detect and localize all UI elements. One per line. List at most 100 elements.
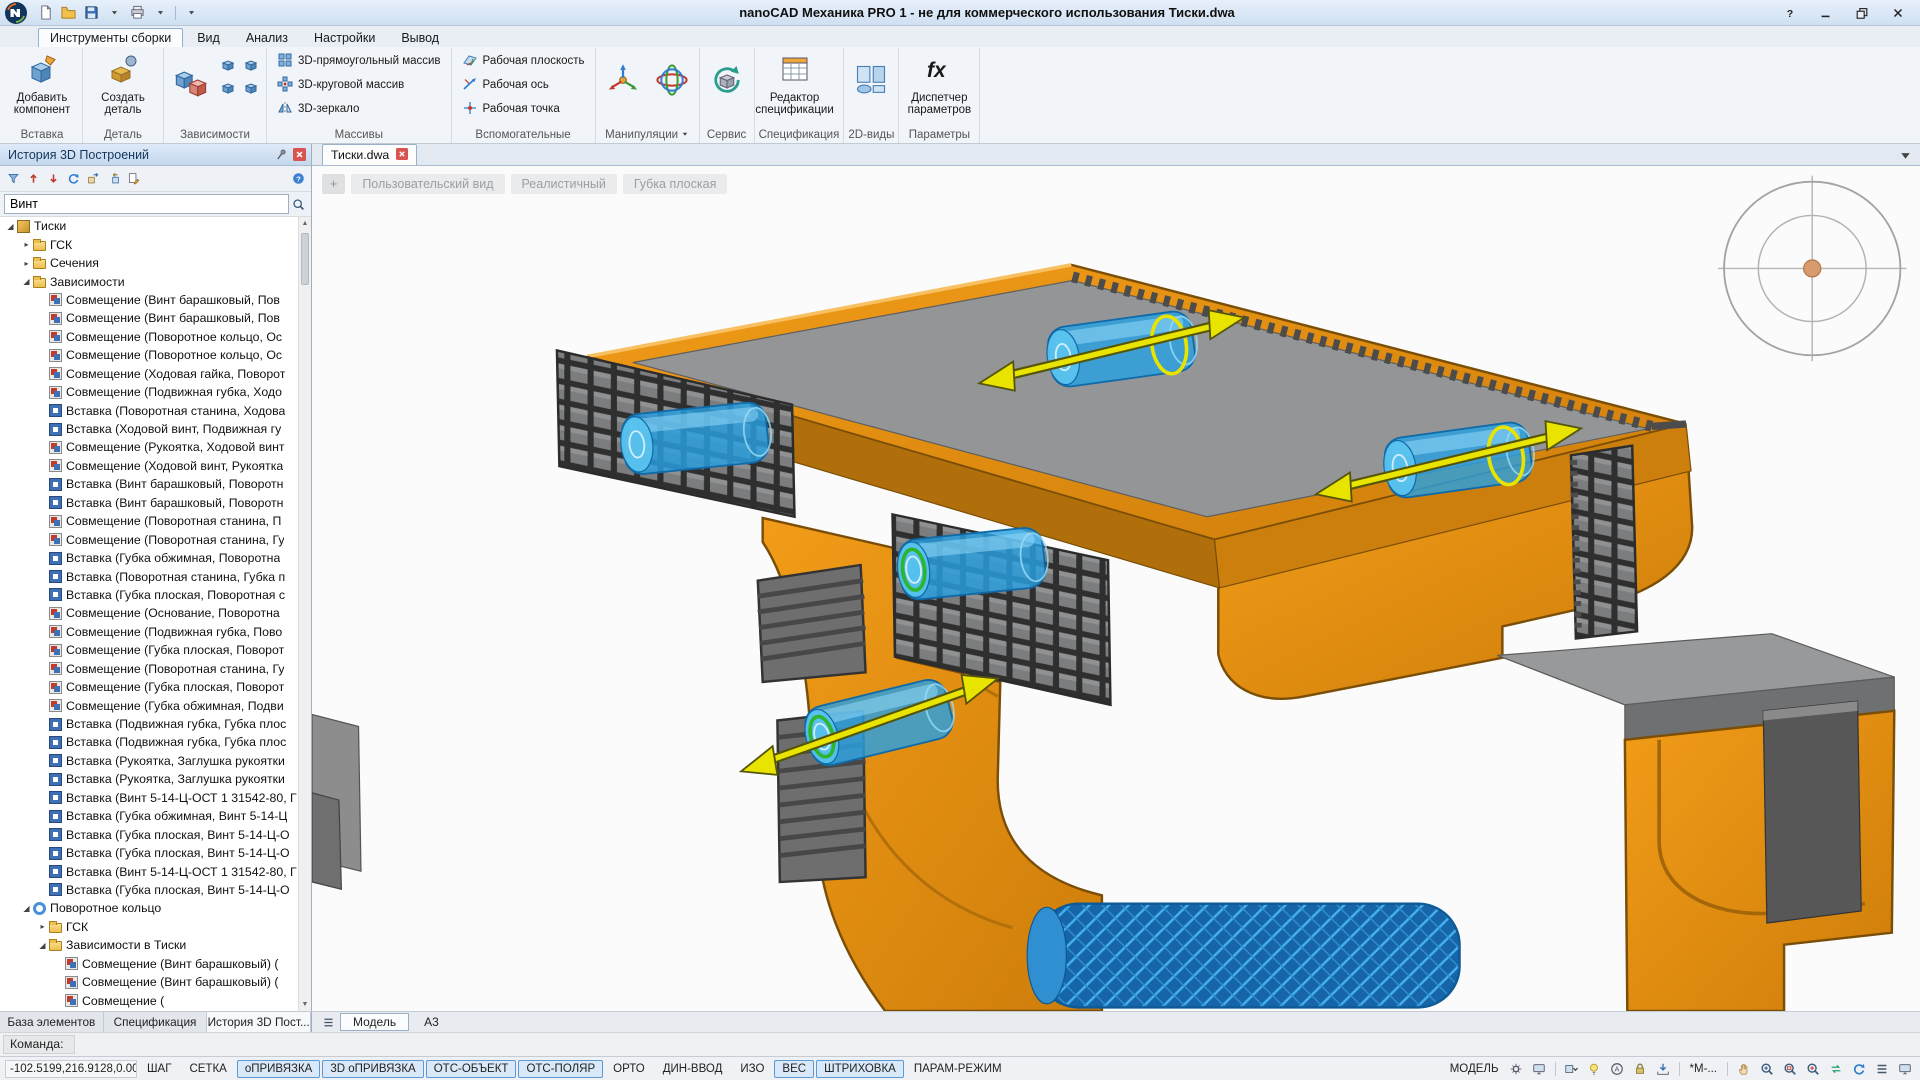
minimize-button[interactable] bbox=[1808, 2, 1844, 24]
tree-item[interactable]: Совмещение (Поворотное кольцо, Ос bbox=[0, 328, 298, 346]
collapse-icon[interactable]: ◢ bbox=[36, 941, 49, 950]
tab-list-dropdown[interactable] bbox=[1894, 145, 1916, 165]
tree-item[interactable]: Вставка (Винт барашковый, Поворотн bbox=[0, 475, 298, 493]
service-button[interactable] bbox=[704, 49, 750, 111]
regen-icon[interactable] bbox=[1825, 1059, 1846, 1078]
status-toggle-сетка[interactable]: СЕТКА bbox=[181, 1060, 234, 1078]
lock-ui-icon[interactable] bbox=[1630, 1059, 1651, 1078]
rotate-manipulator-button[interactable] bbox=[649, 49, 695, 111]
status-toggle-3d-опривязка[interactable]: 3D оПРИВЯЗКА bbox=[322, 1059, 424, 1078]
tree-item[interactable]: Совмещение (Поворотная станина, Гу bbox=[0, 530, 298, 548]
zoom-in-icon[interactable] bbox=[1756, 1059, 1777, 1078]
work-plane-button[interactable]: Рабочая плоскость bbox=[456, 49, 591, 73]
help-button[interactable]: ? bbox=[1772, 2, 1808, 24]
tree-item[interactable]: Вставка (Рукоятка, Заглушка рукоятки bbox=[0, 770, 298, 788]
add-view-button[interactable]: + bbox=[322, 174, 346, 194]
search-icon[interactable] bbox=[289, 196, 307, 212]
status-toggle-опривязка[interactable]: оПРИВЯЗКА bbox=[236, 1059, 321, 1078]
tree-item[interactable]: ▸ ГСК bbox=[0, 918, 298, 936]
view-compass[interactable] bbox=[1717, 175, 1907, 362]
save-dropdown[interactable] bbox=[103, 3, 125, 23]
tree-item[interactable]: Вставка (Поворотная станина, Ходова bbox=[0, 401, 298, 419]
constraint-type-3-button[interactable] bbox=[217, 78, 239, 98]
tree-item[interactable]: Совмещение ( bbox=[0, 991, 298, 1009]
scale-list-icon[interactable] bbox=[1561, 1059, 1582, 1078]
edit-button[interactable] bbox=[124, 171, 142, 187]
parameters-manager-button[interactable]: fx Диспетчер параметров bbox=[903, 49, 975, 118]
close-tab-icon[interactable] bbox=[396, 147, 409, 163]
scroll-up-icon[interactable]: ▲ bbox=[299, 217, 311, 230]
view-name-button[interactable]: Пользовательский вид bbox=[351, 174, 505, 194]
tree-item[interactable]: Совмещение (Винт барашковый, Пов bbox=[0, 309, 298, 327]
tree-item[interactable]: Совмещение (Винт барашковый) ( bbox=[0, 955, 298, 973]
array-rect-button[interactable]: 3D-прямоугольный массив bbox=[271, 49, 447, 73]
status-toggle-отс-объект[interactable]: ОТС-ОБЪЕКТ bbox=[425, 1059, 517, 1078]
tree-item[interactable]: ◢ Тиски bbox=[0, 217, 298, 235]
tree-item[interactable]: ▸ ГСК bbox=[0, 235, 298, 253]
assembly-constraints-button[interactable] bbox=[168, 49, 214, 111]
tree-item[interactable]: Вставка (Ходовой винт, Подвижная гу bbox=[0, 420, 298, 438]
model-screw-wireframe[interactable] bbox=[1026, 902, 1461, 1009]
create-part-button[interactable]: Создать деталь bbox=[87, 49, 159, 118]
search-input[interactable] bbox=[4, 194, 289, 214]
tree-item[interactable]: Совмещение (Губка обжимная, Подви bbox=[0, 696, 298, 714]
ribbon-tab-4[interactable]: Настройки bbox=[302, 28, 387, 47]
tree-item[interactable]: ▸ Сечения bbox=[0, 254, 298, 272]
model-jaw-plate-right[interactable] bbox=[1569, 444, 1639, 640]
zoom-window-icon[interactable] bbox=[1779, 1059, 1800, 1078]
command-line[interactable]: Команда: bbox=[0, 1032, 1920, 1056]
expand-icon[interactable]: ▸ bbox=[36, 922, 49, 931]
ribbon-tab-5[interactable]: Вывод bbox=[389, 28, 451, 47]
tree-item[interactable]: Совмещение (Поворотное кольцо, Ос bbox=[0, 346, 298, 364]
close-panel-button[interactable] bbox=[290, 147, 308, 163]
add-component-button[interactable]: Добавить компонент bbox=[6, 49, 78, 118]
import-button[interactable] bbox=[104, 171, 122, 187]
tree-item[interactable]: Совмещение (Рукоятка, Ходовой винт bbox=[0, 438, 298, 456]
help-button[interactable]: ? bbox=[289, 171, 307, 187]
save-file-button[interactable] bbox=[80, 3, 102, 23]
tree-item[interactable]: ◢ Зависимости bbox=[0, 272, 298, 290]
tree-item[interactable]: ◢ Зависимости в Тиски bbox=[0, 936, 298, 954]
export-button[interactable] bbox=[84, 171, 102, 187]
ribbon-tab-1[interactable]: Инструменты сборки bbox=[38, 28, 184, 47]
notifications-icon[interactable] bbox=[1653, 1059, 1674, 1078]
tree-item[interactable]: Совмещение (Губка плоская, Поворот bbox=[0, 641, 298, 659]
sheet-tab-2[interactable]: А3 bbox=[411, 1013, 452, 1031]
monitor-icon[interactable] bbox=[1529, 1059, 1550, 1078]
tree-item[interactable]: Вставка (Поворотная станина, Губка п bbox=[0, 567, 298, 585]
command-input[interactable] bbox=[75, 1035, 1917, 1054]
sheet-list-icon[interactable] bbox=[318, 1013, 338, 1031]
selection-label[interactable]: Губка плоская bbox=[622, 174, 728, 194]
work-axis-button[interactable]: Рабочая ось bbox=[456, 73, 591, 97]
tree-item[interactable]: Вставка (Винт 5-14-Ц-ОСТ 1 31542-80, Г bbox=[0, 862, 298, 880]
redraw-icon[interactable] bbox=[1848, 1059, 1869, 1078]
tree-item[interactable]: Вставка (Губка плоская, Винт 5-14-Ц-О bbox=[0, 881, 298, 899]
refresh-button[interactable] bbox=[64, 171, 82, 187]
sheet-tab-1[interactable]: Модель bbox=[340, 1013, 410, 1031]
model-space-button[interactable]: МОДЕЛЬ bbox=[1445, 1063, 1504, 1075]
ribbon-tab-3[interactable]: Анализ bbox=[234, 28, 300, 47]
tree-item[interactable]: Совмещение (Губка плоская, Поворот bbox=[0, 678, 298, 696]
tree-item[interactable]: Совмещение (Винт барашковый) ( bbox=[0, 973, 298, 991]
scrollbar-thumb[interactable] bbox=[301, 233, 309, 285]
move-up-button[interactable] bbox=[24, 171, 42, 187]
print-dropdown[interactable] bbox=[149, 3, 171, 23]
status-toggle-шаг[interactable]: ШАГ bbox=[139, 1060, 179, 1078]
expand-icon[interactable]: ▸ bbox=[20, 259, 33, 268]
scroll-down-icon[interactable]: ▼ bbox=[299, 998, 311, 1011]
panel-tab-3[interactable]: История 3D Пост... bbox=[207, 1012, 312, 1032]
restore-button[interactable] bbox=[1844, 2, 1880, 24]
tree-scrollbar[interactable]: ▲ ▼ bbox=[298, 217, 311, 1011]
document-tab[interactable]: Тиски.dwa bbox=[322, 144, 418, 165]
spec-editor-button[interactable]: Редактор спецификации bbox=[755, 49, 834, 118]
workspace-label[interactable]: *М-... bbox=[1685, 1063, 1722, 1075]
ribbon-tab-2[interactable]: Вид bbox=[185, 28, 232, 47]
tree-item[interactable]: ◢ Поворотное кольцо bbox=[0, 899, 298, 917]
tree-item[interactable]: Вставка (Губка обжимная, Винт 5-14-Ц bbox=[0, 807, 298, 825]
tree-item[interactable]: Вставка (Винт 5-14-Ц-ОСТ 1 31542-80, Г bbox=[0, 789, 298, 807]
print-button[interactable] bbox=[126, 3, 148, 23]
tree-item[interactable]: Вставка (Винт барашковый, Поворотн bbox=[0, 494, 298, 512]
move-down-button[interactable] bbox=[44, 171, 62, 187]
pan-icon[interactable] bbox=[1733, 1059, 1754, 1078]
status-toggle-орто[interactable]: ОРТО bbox=[605, 1060, 653, 1078]
